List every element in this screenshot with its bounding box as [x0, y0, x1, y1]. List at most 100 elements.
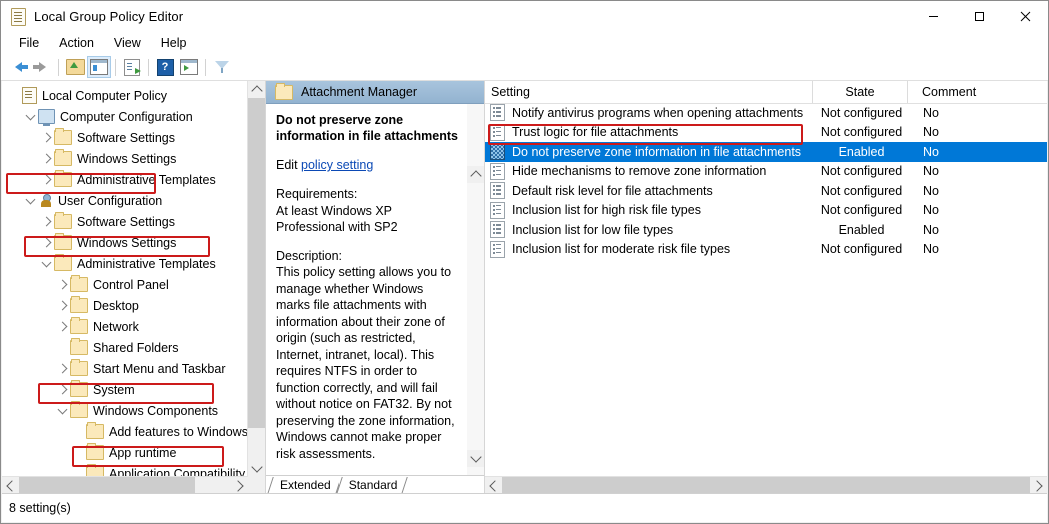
settings-list-pane: Setting State Comment Notify antivirus p… — [485, 81, 1047, 494]
table-row[interactable]: Notify antivirus programs when opening a… — [485, 103, 1047, 123]
tree-node[interactable]: Desktop — [2, 295, 248, 316]
tree-node[interactable]: Software Settings — [2, 211, 248, 232]
user-icon — [38, 193, 53, 208]
tree-node[interactable]: Windows Settings — [2, 232, 248, 253]
tree-node-label: Start Menu and Taskbar — [93, 361, 226, 376]
table-row[interactable]: Hide mechanisms to remove zone informati… — [485, 162, 1047, 182]
column-header-comment[interactable]: Comment — [907, 81, 1002, 103]
tree-node[interactable]: Administrative Templates — [2, 169, 248, 190]
close-button[interactable] — [1002, 1, 1048, 31]
table-row[interactable]: Do not preserve zone information in file… — [485, 142, 1047, 162]
back-arrow-icon[interactable] — [6, 56, 30, 78]
cell-setting: Inclusion list for moderate risk file ty… — [512, 242, 731, 257]
chevron-right-icon[interactable] — [38, 127, 54, 148]
tree-node[interactable]: Administrative Templates — [2, 253, 248, 274]
details-vertical-scrollbar[interactable] — [467, 104, 484, 475]
cell-setting: Inclusion list for high risk file types — [512, 203, 701, 218]
chevron-down-icon[interactable] — [38, 253, 54, 274]
chevron-right-icon[interactable] — [54, 274, 70, 295]
menu-action[interactable]: Action — [49, 33, 104, 53]
cell-setting: Inclusion list for low file types — [512, 222, 674, 237]
chevron-right-icon[interactable] — [38, 211, 54, 232]
show-hide-action-pane-icon[interactable] — [177, 56, 201, 78]
tree-node[interactable]: Control Panel — [2, 274, 248, 295]
tree-scroll-down-icon[interactable] — [248, 460, 265, 477]
tree-scroll-left-icon[interactable] — [2, 477, 19, 494]
tree-node[interactable]: Application Compatibility — [2, 463, 248, 477]
tree-scroll-up-icon[interactable] — [248, 81, 265, 98]
forward-arrow-icon[interactable] — [30, 56, 54, 78]
toolbar-separator — [148, 58, 149, 76]
table-row[interactable]: Inclusion list for high risk file types N… — [485, 201, 1047, 221]
list-scroll-left-icon[interactable] — [485, 477, 502, 494]
table-row[interactable]: Inclusion list for low file types Enabled… — [485, 220, 1047, 240]
tree-node[interactable]: Windows Settings — [2, 148, 248, 169]
table-row[interactable]: Default risk level for file attachments N… — [485, 181, 1047, 201]
tree-node[interactable]: Computer Configuration — [2, 106, 248, 127]
filter-icon[interactable] — [210, 56, 234, 78]
cell-setting: Hide mechanisms to remove zone informati… — [512, 164, 767, 179]
chevron-right-icon[interactable] — [38, 232, 54, 253]
chevron-right-icon[interactable] — [54, 358, 70, 379]
menu-view[interactable]: View — [104, 33, 151, 53]
tree-node-label: App runtime — [109, 445, 177, 460]
details-header-title: Attachment Manager — [301, 85, 418, 99]
tree-scroll-thumb[interactable] — [248, 98, 265, 428]
folder-icon — [70, 359, 88, 376]
tree-node-label: Windows Settings — [77, 235, 177, 250]
minimize-button[interactable] — [910, 1, 956, 31]
tree-node[interactable]: Windows Components — [2, 400, 248, 421]
tree-scroll-right-icon[interactable] — [231, 477, 248, 494]
maximize-button[interactable] — [956, 1, 1002, 31]
policy-document-icon — [9, 7, 27, 26]
details-scroll-up-icon[interactable] — [467, 166, 484, 183]
tab-extended[interactable]: Extended — [270, 477, 339, 494]
tree-node[interactable]: Network — [2, 316, 248, 337]
policy-tree: Local Computer Policy Computer Configurat… — [2, 81, 248, 477]
tab-standard[interactable]: Standard — [338, 477, 406, 494]
table-row[interactable]: Inclusion list for moderate risk file ty… — [485, 240, 1047, 260]
chevron-right-icon[interactable] — [54, 379, 70, 400]
tree-node-label: Desktop — [93, 298, 139, 313]
table-row[interactable]: Trust logic for file attachments Not conf… — [485, 123, 1047, 143]
chevron-down-icon[interactable] — [54, 400, 70, 421]
cell-state: Not configured — [820, 125, 903, 140]
menu-help[interactable]: Help — [151, 33, 197, 53]
details-scroll-down-icon[interactable] — [467, 450, 484, 467]
chevron-down-icon[interactable] — [22, 106, 38, 127]
tree-vertical-scrollbar[interactable] — [247, 81, 265, 477]
tree-node[interactable]: Software Settings — [2, 127, 248, 148]
list-scroll-right-icon[interactable] — [1030, 477, 1047, 494]
tree-horizontal-scrollbar[interactable] — [2, 476, 248, 494]
chevron-right-icon[interactable] — [38, 169, 54, 190]
chevron-right-icon[interactable] — [54, 316, 70, 337]
chevron-right-icon[interactable] — [54, 295, 70, 316]
list-horizontal-scrollbar[interactable] — [485, 476, 1047, 494]
column-header-setting[interactable]: Setting — [485, 81, 812, 103]
export-list-icon[interactable] — [120, 56, 144, 78]
list-hscroll-thumb[interactable] — [502, 477, 1030, 494]
cell-state: Not configured — [820, 183, 903, 198]
tree-node-label: Software Settings — [77, 130, 175, 145]
show-hide-console-tree-icon[interactable] — [87, 56, 111, 78]
help-icon[interactable]: ? — [153, 56, 177, 78]
tree-node[interactable]: App runtime — [2, 442, 248, 463]
tree-node-label: Control Panel — [93, 277, 169, 292]
details-body-wrap: Do not preserve zone information in file… — [266, 104, 484, 475]
column-header-state[interactable]: State — [812, 81, 907, 103]
cell-state: Not configured — [820, 203, 903, 218]
chevron-down-icon[interactable] — [22, 190, 38, 211]
tree-node[interactable]: Local Computer Policy — [2, 85, 248, 106]
tree-hscroll-thumb[interactable] — [19, 477, 195, 494]
tree-node[interactable]: Shared Folders — [2, 337, 248, 358]
up-one-level-icon[interactable] — [63, 56, 87, 78]
tree-node[interactable]: Start Menu and Taskbar — [2, 358, 248, 379]
tree-node[interactable]: User Configuration — [2, 190, 248, 211]
chevron-right-icon[interactable] — [38, 148, 54, 169]
menu-file[interactable]: File — [9, 33, 49, 53]
tree-node[interactable]: System — [2, 379, 248, 400]
tree-node[interactable]: Add features to Windows 10 — [2, 421, 248, 442]
tree-node-label: Administrative Templates — [77, 172, 216, 187]
policy-setting-link[interactable]: policy setting — [301, 158, 373, 172]
folder-icon — [54, 170, 72, 187]
